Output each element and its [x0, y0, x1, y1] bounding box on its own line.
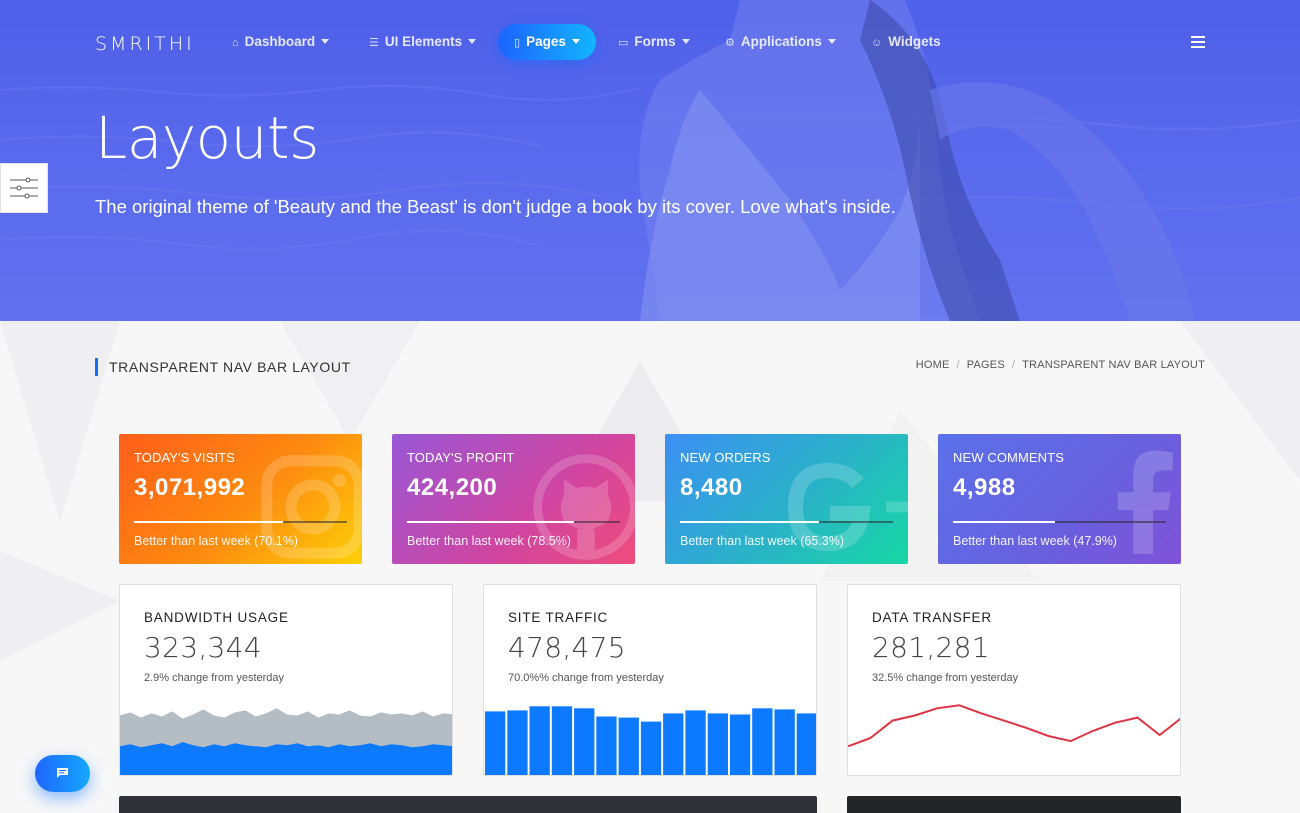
sliders-icon — [10, 177, 38, 199]
nav-item-label: Applications — [740, 34, 822, 49]
chevron-down-icon — [468, 39, 477, 44]
stat-card-orders: NEW ORDERS 8,480 Better than last week (… — [665, 434, 908, 564]
book-icon: ▯ — [514, 37, 521, 49]
progress-fill — [953, 521, 1056, 523]
stat-value: 424,200 — [407, 474, 498, 501]
card-value: 478,475 — [508, 631, 626, 664]
progress-bar — [680, 521, 893, 523]
dark-card-preview — [847, 796, 1181, 813]
breadcrumb-pages[interactable]: PAGES — [967, 359, 1005, 371]
settings-panel-toggle[interactable] — [0, 163, 48, 213]
nav-item-pages[interactable]: ▯ Pages — [498, 24, 596, 60]
smile-icon: ☺ — [871, 37, 883, 49]
stat-card-comments: NEW COMMENTS 4,988 Better than last week… — [938, 434, 1181, 564]
traffic-bar — [796, 713, 816, 775]
progress-bar — [407, 521, 620, 523]
page-title: Layouts — [95, 104, 319, 172]
traffic-bar — [507, 710, 528, 775]
traffic-bar — [752, 708, 773, 775]
card-subtext: 2.9% change from yesterday — [144, 672, 285, 684]
card-subtext: 70.0%% change from yesterday — [508, 672, 664, 684]
site-traffic-card: SITE TRAFFIC 478,475 70.0%% change from … — [483, 584, 817, 776]
traffic-bar — [551, 706, 573, 775]
brand-logo[interactable]: SMRITHI — [95, 33, 195, 55]
area-series-1 — [120, 742, 452, 775]
traffic-bar — [685, 710, 706, 775]
stat-card-visits: TODAY'S VISITS 3,071,992 Better than las… — [119, 434, 362, 564]
traffic-bar — [729, 714, 751, 775]
traffic-bar — [707, 713, 728, 775]
traffic-bar — [640, 721, 662, 775]
progress-fill — [407, 521, 575, 523]
progress-fill — [134, 521, 284, 523]
stat-label: TODAY'S PROFIT — [407, 450, 515, 465]
progress-fill — [680, 521, 820, 523]
nav-item-label: Widgets — [888, 34, 941, 49]
section-title: TRANSPARENT NAV BAR LAYOUT — [95, 358, 351, 376]
stat-value: 3,071,992 — [134, 474, 246, 501]
bandwidth-area-chart — [120, 708, 452, 775]
card-title: BANDWIDTH USAGE — [144, 610, 289, 625]
menu-toggle-icon[interactable] — [1191, 36, 1205, 48]
nav-item-ui-elements[interactable]: ☰ UI Elements — [369, 24, 477, 60]
dark-card-preview — [119, 796, 817, 813]
traffic-bar — [485, 711, 506, 775]
stat-value: 8,480 — [680, 474, 743, 501]
nav-item-label: Pages — [526, 34, 566, 49]
chevron-down-icon — [681, 39, 690, 44]
stat-footer: Better than last week (70.1%) — [134, 534, 298, 548]
breadcrumb-current: TRANSPARENT NAV BAR LAYOUT — [1022, 359, 1205, 371]
transfer-line — [848, 704, 1180, 748]
home-icon: ⌂ — [232, 37, 239, 49]
bandwidth-usage-card: BANDWIDTH USAGE 323,344 2.9% change from… — [119, 584, 453, 776]
data-transfer-card: DATA TRANSFER 281,281 32.5% change from … — [847, 584, 1181, 776]
progress-bar — [134, 521, 347, 523]
stat-label: TODAY'S VISITS — [134, 450, 235, 465]
card-title: SITE TRAFFIC — [508, 610, 609, 625]
chevron-down-icon — [571, 39, 580, 44]
traffic-bar — [574, 708, 595, 775]
card-value: 281,281 — [872, 631, 990, 664]
sliders-icon: ☰ — [369, 37, 379, 49]
page-subtitle: The original theme of 'Beauty and the Be… — [95, 196, 896, 217]
gear-icon: ⚙ — [725, 37, 735, 49]
stat-label: NEW COMMENTS — [953, 450, 1064, 465]
stat-card-profit: TODAY'S PROFIT 424,200 Better than last … — [392, 434, 635, 564]
traffic-bar — [774, 709, 795, 775]
chevron-down-icon — [827, 39, 836, 44]
nav-item-label: UI Elements — [384, 34, 463, 49]
chat-icon — [57, 768, 68, 778]
traffic-bar — [618, 717, 639, 775]
progress-bar — [953, 521, 1166, 523]
card-value: 323,344 — [144, 631, 262, 664]
stat-footer: Better than last week (78.5%) — [407, 534, 571, 548]
nav-item-label: Dashboard — [244, 34, 316, 49]
folder-icon: ▭ — [618, 37, 629, 49]
chat-button[interactable] — [35, 755, 90, 792]
breadcrumb-home[interactable]: HOME — [916, 359, 950, 371]
breadcrumb: HOME / PAGES / TRANSPARENT NAV BAR LAYOUT — [915, 359, 1205, 371]
card-subtext: 32.5% change from yesterday — [872, 672, 1019, 684]
traffic-bar — [529, 706, 550, 775]
data-transfer-line-chart — [848, 704, 1180, 748]
stat-footer: Better than last week (65.3%) — [680, 534, 844, 548]
nav-item-forms[interactable]: ▭ Forms — [618, 24, 690, 60]
stat-label: NEW ORDERS — [680, 450, 771, 465]
chevron-down-icon — [321, 39, 330, 44]
traffic-bar — [596, 716, 617, 775]
nav-item-label: Forms — [634, 34, 676, 49]
stat-value: 4,988 — [953, 474, 1016, 501]
nav-item-dashboard[interactable]: ⌂ Dashboard — [232, 24, 330, 60]
traffic-bar — [663, 713, 684, 775]
site-traffic-bar-chart — [485, 706, 816, 775]
nav-item-applications[interactable]: ⚙ Applications — [725, 24, 836, 60]
top-navbar: SMRITHI ⌂ Dashboard ☰ UI Elements ▯ Pages ▭… — [95, 24, 1205, 60]
stat-footer: Better than last week (47.9%) — [953, 534, 1117, 548]
card-title: DATA TRANSFER — [872, 610, 992, 625]
hero-banner: SMRITHI ⌂ Dashboard ☰ UI Elements ▯ Pages ▭… — [0, 0, 1300, 321]
nav-item-widgets[interactable]: ☺ Widgets — [871, 24, 941, 60]
